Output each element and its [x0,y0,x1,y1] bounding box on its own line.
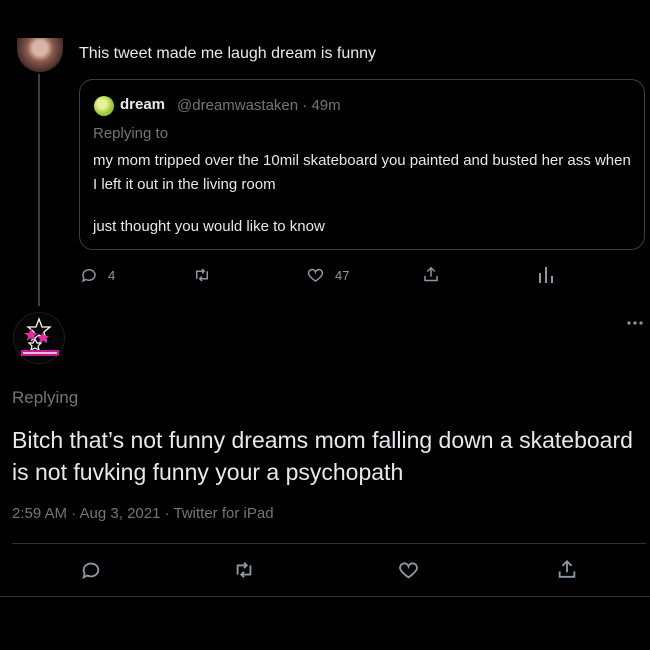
main-reply-button[interactable] [80,559,102,581]
replying-label: Replying [12,388,79,407]
like-icon [397,559,420,581]
like-count: 47 [335,267,350,283]
parent-tweet-text: This tweet made me laugh dream is funny [79,45,377,62]
divider [0,596,650,597]
quoted-body-text: my mom tripped over the 10mil skateboard… [93,152,631,193]
retweet-icon [232,559,256,581]
main-like-button[interactable] [397,559,420,581]
quoted-display-name[interactable]: dream [120,96,165,113]
tweet-timestamp-source[interactable]: 2:59 AM · Aug 3, 2021 · Twitter for iPad [12,505,274,522]
share-button[interactable] [422,265,440,284]
share-icon [422,265,440,284]
author-avatar[interactable] [13,312,65,364]
quoted-replying-label: Replying to [93,125,169,142]
like-icon [306,266,325,284]
main-tweet-text: Bitch that’s not funny dreams mom fallin… [12,427,633,485]
reply-button[interactable]: 4 [80,266,115,284]
more-icon[interactable] [626,320,644,326]
analytics-icon [538,265,554,283]
reply-count: 4 [108,267,116,283]
share-icon [556,558,578,581]
like-button[interactable]: 47 [306,266,349,284]
divider [12,543,646,544]
retweet-icon [192,266,212,284]
main-retweet-button[interactable] [232,559,256,581]
analytics-button[interactable] [538,265,554,283]
parent-avatar[interactable] [17,38,63,72]
thread-line [38,74,40,306]
quoted-body-text-2: just thought you would like to know [93,218,325,235]
quoted-handle-time: @dreamwastaken · 49m [177,97,341,114]
main-share-button[interactable] [556,558,578,581]
quoted-avatar[interactable] [94,96,114,116]
reply-icon [80,559,102,581]
reply-icon [80,266,98,284]
retweet-button[interactable] [192,266,212,284]
